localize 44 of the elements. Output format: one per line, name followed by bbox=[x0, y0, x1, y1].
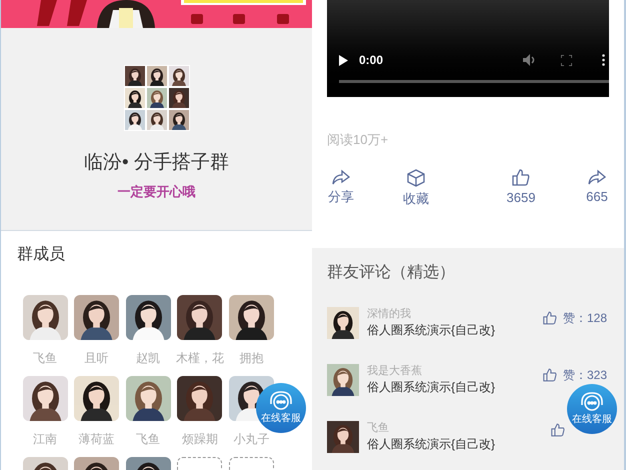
thumbs-up-icon bbox=[542, 368, 557, 382]
share-icon bbox=[588, 168, 606, 184]
play-icon[interactable] bbox=[339, 54, 348, 66]
comment-author: 飞鱼 bbox=[367, 420, 390, 434]
member-name: 飞鱼 bbox=[136, 431, 160, 448]
headset-chat-icon bbox=[268, 391, 294, 413]
thumbs-up-icon bbox=[512, 168, 530, 186]
group-slogan: 一定要开心哦 bbox=[118, 182, 196, 200]
progress-track[interactable] bbox=[339, 80, 609, 83]
thumbs-up-icon bbox=[542, 310, 557, 324]
share-button[interactable]: 分享 bbox=[316, 168, 366, 206]
read-count: 阅读10万+ bbox=[326, 131, 390, 149]
member-name: 且听 bbox=[84, 350, 109, 367]
member-name: 小丸子 bbox=[233, 431, 270, 448]
member-name: 江南 bbox=[33, 431, 57, 448]
cube-icon bbox=[407, 168, 425, 186]
fullscreen-icon[interactable] bbox=[561, 54, 572, 66]
member-name: 烦躁期 bbox=[182, 431, 218, 448]
share-button[interactable]: 665 bbox=[572, 168, 622, 206]
comment-text: 俗人圈系统演示{自己改} bbox=[367, 378, 496, 396]
comment-author: 深情的我 bbox=[367, 306, 412, 320]
thumbs-up-icon bbox=[551, 422, 565, 436]
section-title: 群友评论（精选） bbox=[327, 262, 456, 282]
member-name: 木槿，花 bbox=[176, 350, 224, 367]
video-player[interactable]: 0:00 bbox=[327, 0, 609, 97]
share-icon bbox=[332, 168, 350, 184]
comment-text: 俗人圈系统演示{自己改} bbox=[367, 322, 496, 338]
member-name: 拥抱 bbox=[239, 350, 264, 367]
like-count[interactable]: 赞：128 bbox=[542, 308, 607, 326]
volume-icon[interactable] bbox=[523, 54, 537, 66]
group-name: 临汾• 分手搭子群 bbox=[84, 151, 229, 175]
favorite-button[interactable]: 收藏 bbox=[391, 168, 441, 208]
like-count[interactable]: 赞：323 bbox=[542, 366, 607, 384]
member-name: 薄荷蓝 bbox=[78, 431, 115, 448]
like-count[interactable] bbox=[551, 422, 565, 436]
comment-text: 俗人圈系统演示{自己改} bbox=[367, 436, 496, 452]
more-icon[interactable] bbox=[602, 54, 605, 66]
comment-author: 我是大香蕉 bbox=[367, 364, 423, 378]
video-time: 0:00 bbox=[359, 52, 384, 69]
member-name: 赵凯 bbox=[136, 350, 160, 367]
like-button[interactable]: 3659 bbox=[496, 168, 546, 207]
headset-chat-icon bbox=[579, 392, 605, 414]
member-name: 飞鱼 bbox=[33, 350, 57, 367]
section-title: 群成员 bbox=[16, 244, 66, 265]
